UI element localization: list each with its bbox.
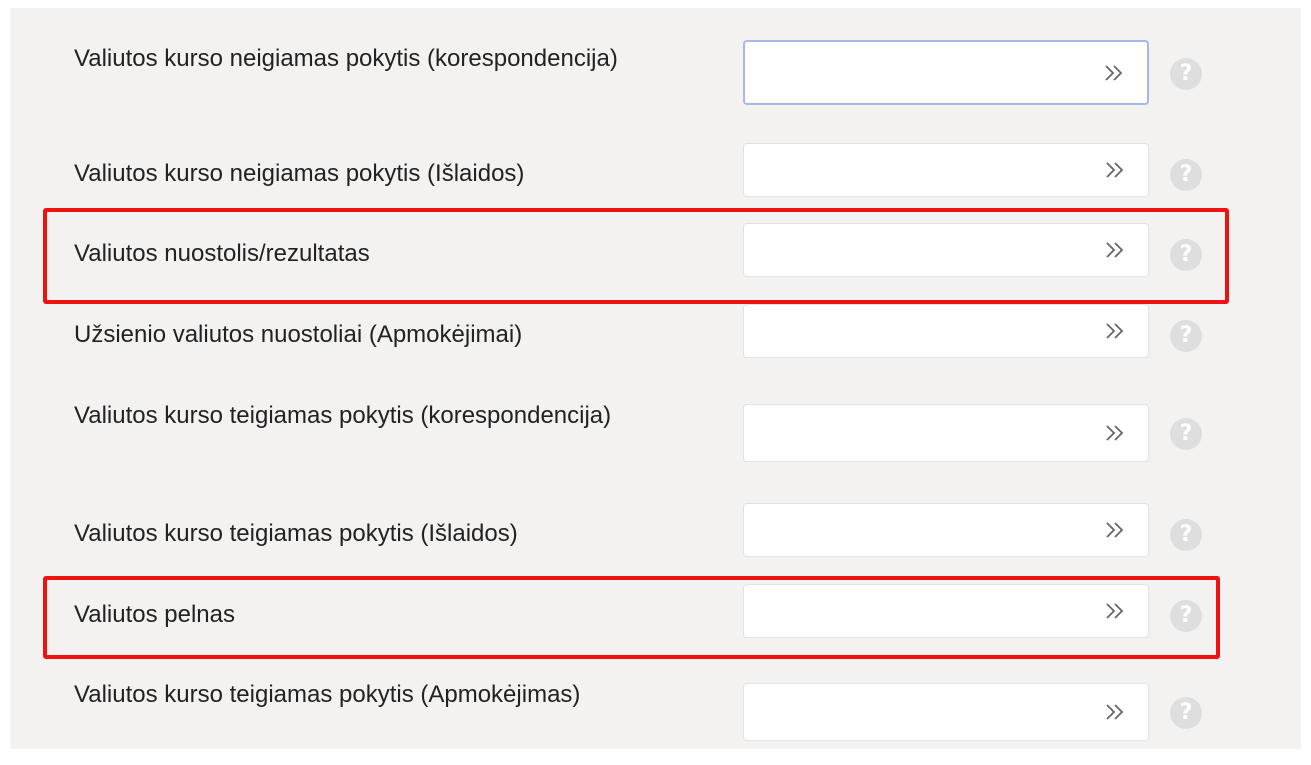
field-row: Valiutos kurso teigiamas pokytis (koresp… [10, 396, 1301, 480]
question-mark-icon[interactable]: ? [1170, 239, 1202, 271]
field-label: Valiutos kurso teigiamas pokytis (Apmokė… [74, 681, 581, 708]
field-label: Valiutos kurso neigiamas pokytis (koresp… [74, 45, 618, 72]
account-input[interactable] [743, 143, 1149, 197]
field-row: Valiutos kurso neigiamas pokytis (koresp… [10, 36, 1301, 120]
account-input[interactable] [743, 223, 1149, 277]
question-mark-icon[interactable]: ? [1170, 159, 1202, 191]
double-chevron-right-icon[interactable] [1104, 322, 1126, 340]
question-mark-icon[interactable]: ? [1170, 697, 1202, 729]
question-mark-icon[interactable]: ? [1170, 58, 1202, 90]
question-mark-icon[interactable]: ? [1170, 320, 1202, 352]
account-input[interactable] [743, 584, 1149, 638]
double-chevron-right-icon[interactable] [1104, 424, 1126, 442]
account-input[interactable] [743, 40, 1149, 105]
double-chevron-right-icon[interactable] [1104, 602, 1126, 620]
settings-panel: Valiutos kurso neigiamas pokytis (koresp… [10, 8, 1301, 749]
double-chevron-right-icon[interactable] [1104, 703, 1126, 721]
field-label: Valiutos pelnas [74, 601, 235, 628]
account-input[interactable] [743, 503, 1149, 557]
account-input[interactable] [743, 404, 1149, 462]
double-chevron-right-icon[interactable] [1103, 64, 1125, 82]
account-input[interactable] [743, 304, 1149, 358]
field-row: Valiutos pelnas ? [10, 584, 1301, 638]
question-mark-icon[interactable]: ? [1170, 418, 1202, 450]
field-row: Užsienio valiutos nuostoliai (Apmokėjima… [10, 304, 1301, 358]
field-label: Valiutos kurso teigiamas pokytis (koresp… [74, 402, 612, 429]
field-row: Valiutos nuostolis/rezultatas ? [10, 223, 1301, 277]
field-label: Valiutos nuostolis/rezultatas [74, 240, 370, 267]
double-chevron-right-icon[interactable] [1104, 521, 1126, 539]
account-input[interactable] [743, 683, 1149, 741]
double-chevron-right-icon[interactable] [1104, 241, 1126, 259]
field-label: Valiutos kurso neigiamas pokytis (Išlaid… [74, 160, 525, 187]
double-chevron-right-icon[interactable] [1104, 161, 1126, 179]
question-mark-icon[interactable]: ? [1170, 600, 1202, 632]
field-label: Valiutos kurso teigiamas pokytis (Išlaid… [74, 520, 518, 547]
field-row: Valiutos kurso teigiamas pokytis (Išlaid… [10, 503, 1301, 557]
field-row: Valiutos kurso neigiamas pokytis (Išlaid… [10, 143, 1301, 197]
field-row: Valiutos kurso teigiamas pokytis (Apmokė… [10, 675, 1301, 759]
question-mark-icon[interactable]: ? [1170, 519, 1202, 551]
field-label: Užsienio valiutos nuostoliai (Apmokėjima… [74, 321, 523, 348]
